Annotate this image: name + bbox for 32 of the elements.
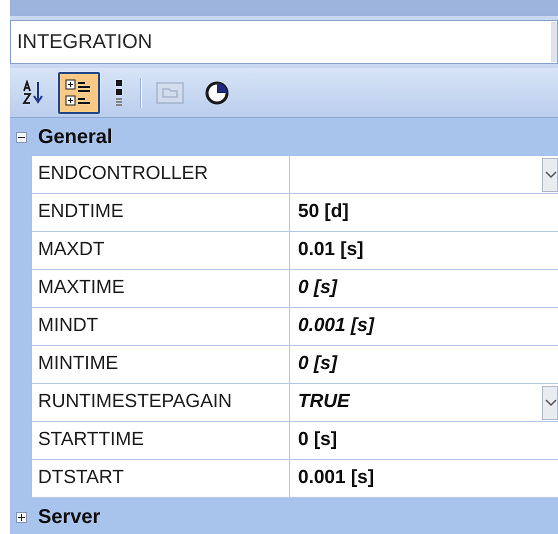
property-pages-icon — [156, 80, 184, 104]
property-value[interactable]: 0.001 [s] — [290, 460, 558, 497]
chevron-down-icon — [545, 170, 557, 178]
property-value[interactable]: 0.01 [s] — [290, 232, 558, 269]
property-name: MINDT — [32, 308, 290, 345]
sort-alphabetical-icon — [22, 80, 44, 106]
category-label: General — [38, 125, 112, 150]
object-selector-field[interactable]: INTEGRATION — [10, 20, 558, 64]
chevron-down-icon — [545, 398, 557, 406]
property-name: STARTTIME — [32, 422, 290, 459]
dropdown-button[interactable] — [542, 386, 558, 420]
object-name: INTEGRATION — [17, 30, 152, 55]
property-value[interactable]: TRUE — [290, 384, 558, 421]
property-name: ENDTIME — [32, 194, 290, 231]
property-value[interactable]: 50 [d] — [290, 194, 558, 231]
property-value[interactable]: 0.001 [s] — [290, 308, 558, 345]
property-name: MAXTIME — [32, 270, 290, 307]
toolbar-button[interactable] — [58, 72, 100, 114]
property-value[interactable]: 0 [s] — [290, 422, 558, 459]
property-name: ENDCONTROLLER — [32, 156, 290, 193]
property-name: MAXDT — [32, 232, 290, 269]
list-icon — [115, 78, 125, 108]
property-value[interactable]: 0 [s] — [290, 346, 558, 383]
clock-icon — [204, 80, 230, 106]
property-name: MINTIME — [32, 346, 290, 383]
dropdown-button[interactable] — [542, 158, 558, 192]
expand-icon[interactable] — [16, 512, 26, 522]
property-name: RUNTIMESTEPAGAIN — [32, 384, 290, 421]
property-value[interactable]: 0 [s] — [290, 270, 558, 307]
category-label: Server — [38, 505, 100, 530]
collapse-icon[interactable] — [16, 132, 26, 142]
property-name: DTSTART — [32, 460, 290, 497]
